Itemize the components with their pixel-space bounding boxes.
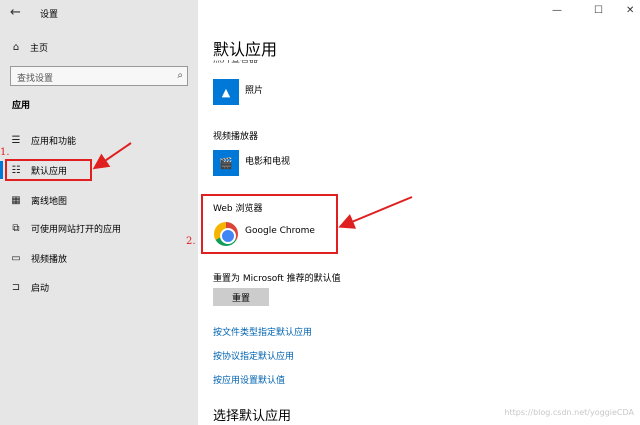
link-by-protocol[interactable]: 按协议指定默认应用 [213, 349, 294, 362]
movies-app-name[interactable]: 电影和电视 [245, 154, 290, 167]
minimize-icon[interactable]: — [552, 5, 562, 16]
clapperboard-icon: 🎬 [219, 156, 233, 170]
section-label: 应用 [12, 101, 31, 111]
link-by-file-type[interactable]: 按文件类型指定默认应用 [213, 325, 312, 338]
reset-label: 重置为 Microsoft 推荐的默认值 [213, 274, 341, 284]
maximize-icon[interactable]: ☐ [594, 5, 603, 16]
close-icon[interactable]: ✕ [626, 5, 634, 16]
sidebar-item-label: 启动 [31, 283, 50, 294]
annotation-step-2: 2. [186, 236, 196, 247]
offline-maps-icon: ▦ [11, 194, 21, 206]
reset-button[interactable]: 重置 [213, 288, 269, 306]
choose-default-apps-heading: 选择默认应用 [213, 409, 292, 424]
clipped-category-label: 照片查看器 [213, 60, 259, 65]
titlebar-left: ← 设置 [0, 0, 198, 28]
photos-app-tile[interactable]: ▲ [213, 79, 239, 105]
search-placeholder: 查找设置 [17, 74, 54, 84]
sidebar-item-video-playback[interactable]: ▭ 视频播放 [0, 247, 198, 269]
sidebar-item-apps-features[interactable]: ☰ 应用和功能 [0, 129, 198, 151]
sidebar-item-label: 离线地图 [31, 196, 68, 207]
sidebar-item-offline-maps[interactable]: ▦ 离线地图 [0, 189, 198, 211]
annotation-step-1: 1. [0, 147, 10, 158]
page-title: 默认应用 [213, 40, 278, 59]
video-category-label: 视频播放器 [213, 132, 259, 142]
photo-icon: ▲ [221, 85, 231, 99]
link-by-app[interactable]: 按应用设置默认值 [213, 373, 285, 386]
main-titlebar: — ☐ ✕ [198, 0, 640, 28]
annotation-arrow-2 [338, 196, 413, 229]
sidebar-item-startup[interactable]: ⊐ 启动 [0, 276, 198, 298]
photos-app-name[interactable]: 照片 [245, 83, 263, 96]
sidebar: ← 设置 ⌂ 主页 查找设置 ⌕ 应用 ☰ 应用和功能 ☷ 默认应用 ▦ 离线地… [0, 0, 198, 425]
sidebar-item-label: 应用和功能 [31, 136, 77, 147]
window-title: 设置 [40, 10, 59, 20]
search-input[interactable]: 查找设置 ⌕ [10, 66, 188, 86]
startup-icon: ⊐ [11, 281, 21, 293]
back-arrow-icon[interactable]: ← [10, 5, 21, 20]
home-label: 主页 [30, 43, 49, 54]
search-icon[interactable]: ⌕ [177, 70, 183, 81]
sidebar-item-home[interactable]: ⌂ 主页 [0, 36, 198, 58]
annotation-box-1 [5, 159, 92, 181]
annotation-box-2 [201, 194, 338, 254]
apps-features-icon: ☰ [11, 134, 21, 146]
sidebar-item-label: 可使用网站打开的应用 [31, 224, 122, 235]
video-playback-icon: ▭ [11, 252, 21, 264]
sidebar-item-apps-for-websites[interactable]: ⧉ 可使用网站打开的应用 [0, 217, 198, 239]
sidebar-item-label: 视频播放 [31, 254, 68, 265]
movies-app-tile[interactable]: 🎬 [213, 150, 239, 176]
apps-for-websites-icon: ⧉ [12, 222, 20, 234]
home-icon: ⌂ [12, 41, 20, 53]
watermark: https://blog.csdn.net/yoggieCDA [504, 408, 634, 417]
